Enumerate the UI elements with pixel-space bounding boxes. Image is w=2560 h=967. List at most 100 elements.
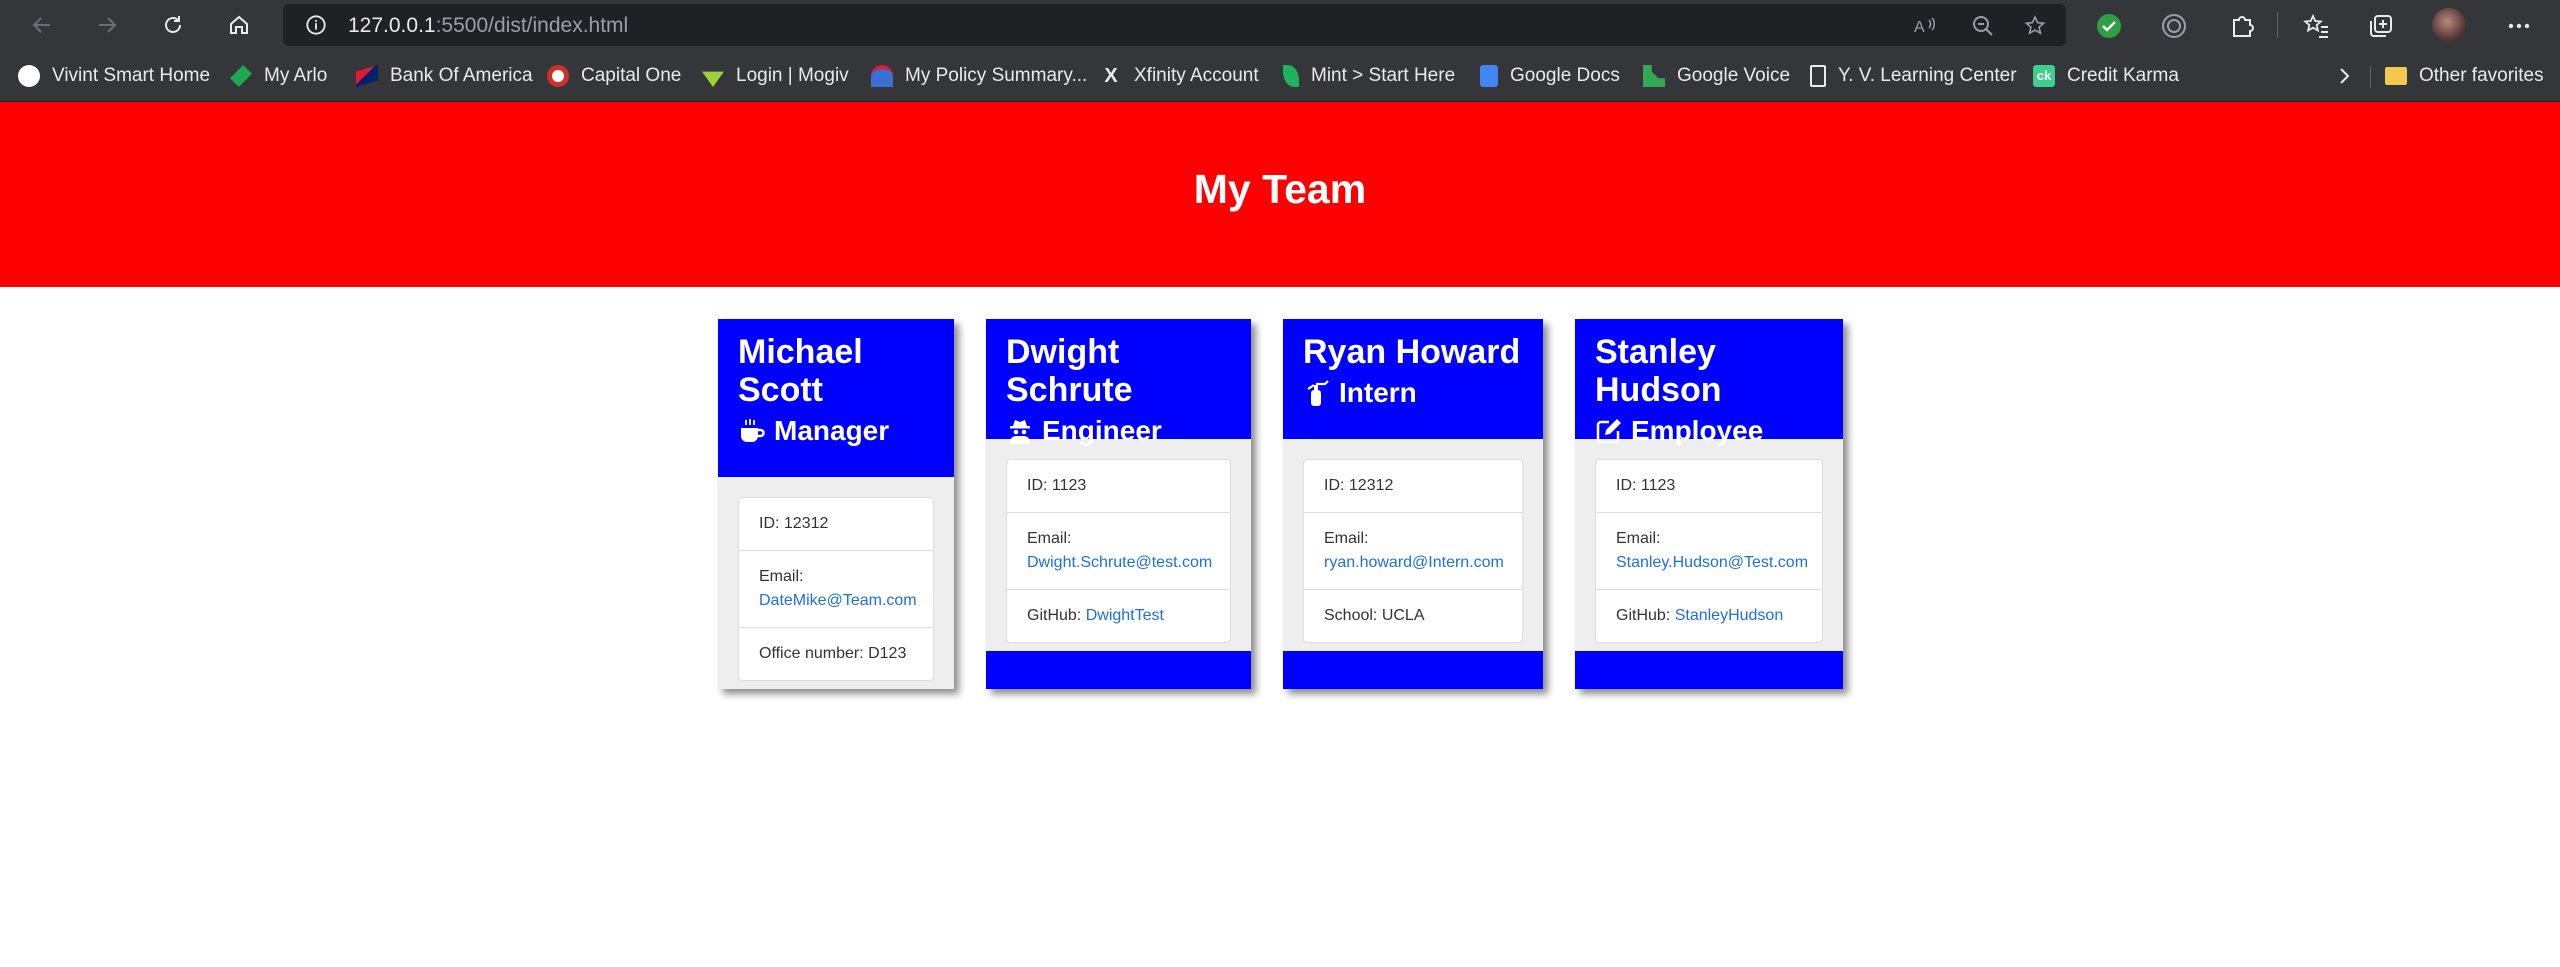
employee-details: ID: 1123 Email: Dwight.Schrute@test.com …	[1006, 459, 1231, 643]
folder-icon	[2385, 67, 2407, 85]
bookmark-vivint[interactable]: Vivint Smart Home	[18, 62, 210, 90]
capital-one-icon	[547, 65, 569, 87]
bookmark-learning-center[interactable]: Y. V. Learning Center	[1810, 62, 2017, 90]
employee-card-employee: Stanley Hudson Employee ID: 1123 Email: …	[1575, 319, 1843, 689]
favorites-icon[interactable]	[2302, 12, 2330, 40]
bookmark-policy-summary[interactable]: My Policy Summary...	[871, 62, 1087, 90]
bookmark-xfinity[interactable]: X Xfinity Account	[1100, 62, 1258, 90]
github-info: GitHub: StanleyHudson	[1596, 589, 1822, 642]
mug-icon	[741, 419, 765, 442]
extensions-puzzle-icon[interactable]	[2228, 12, 2256, 40]
email-link[interactable]: ryan.howard@Intern.com	[1324, 554, 1504, 571]
card-header: Michael Scott Manager	[718, 319, 954, 477]
email-link[interactable]: DateMike@Team.com	[759, 592, 917, 609]
card-body: ID: 12312 Email: ryan.howard@Intern.com …	[1283, 439, 1543, 663]
bookmark-credit-karma[interactable]: ck Credit Karma	[2033, 62, 2179, 90]
user-secret-icon	[1010, 420, 1030, 444]
card-footer	[986, 651, 1251, 689]
bookmark-mint[interactable]: Mint > Start Here	[1283, 62, 1455, 90]
bookmark-google-voice[interactable]: Google Voice	[1643, 62, 1790, 90]
school-info: School: UCLA	[1304, 589, 1522, 642]
card-footer	[1575, 651, 1843, 689]
refresh-icon	[165, 16, 181, 33]
email-link[interactable]: Dwight.Schrute@test.com	[1027, 554, 1212, 571]
chevron-right-icon[interactable]	[2332, 64, 2356, 88]
employee-card-manager: Michael Scott Manager ID: 12312 Email: D…	[718, 319, 954, 689]
bookmark-bank-of-america[interactable]: Bank Of America	[356, 62, 533, 90]
page-icon	[1810, 65, 1826, 87]
mogiv-icon	[702, 71, 724, 87]
credit-karma-icon: ck	[2033, 65, 2055, 87]
card-header: Dwight Schrute Engineer	[986, 319, 1251, 446]
toolbar-separator	[2277, 12, 2278, 38]
employee-email: Email: ryan.howard@Intern.com	[1304, 512, 1522, 589]
card-header: Ryan Howard Intern	[1283, 319, 1543, 439]
bookmark-other-favorites[interactable]: Other favorites	[2385, 62, 2544, 90]
refresh-button[interactable]	[157, 9, 189, 41]
card-header: Stanley Hudson Employee	[1575, 319, 1843, 446]
url-text[interactable]: 127.0.0.1:5500/dist/index.html	[348, 14, 628, 38]
info-icon[interactable]	[305, 14, 327, 36]
employee-name: Ryan Howard	[1303, 333, 1521, 371]
employee-card-intern: Ryan Howard Intern ID: 12312 Email: ryan…	[1283, 319, 1543, 689]
add-favorite-star-icon[interactable]	[2023, 14, 2047, 38]
edit-icon	[1596, 419, 1621, 444]
bookmarks-bar: Vivint Smart Home My Arlo Bank Of Americ…	[0, 50, 2560, 102]
email-link[interactable]: Stanley.Hudson@Test.com	[1616, 554, 1808, 571]
mint-leaf-icon	[1283, 65, 1299, 87]
home-button[interactable]	[223, 9, 255, 41]
employee-name: Michael Scott	[738, 333, 863, 409]
google-docs-icon	[1480, 65, 1498, 87]
profile-avatar[interactable]	[2432, 8, 2466, 42]
bank-of-america-icon	[356, 65, 378, 87]
extension-check-icon[interactable]	[2095, 12, 2123, 40]
back-arrow-icon	[32, 17, 50, 33]
zoom-out-icon[interactable]	[1971, 14, 1995, 38]
employee-card-engineer: Dwight Schrute Engineer ID: 1123 Email: …	[986, 319, 1251, 689]
employee-id: ID: 12312	[759, 515, 829, 532]
card-footer	[1283, 651, 1543, 689]
employee-role: Manager	[738, 415, 934, 447]
xfinity-icon: X	[1104, 65, 1118, 87]
back-button[interactable]	[26, 9, 58, 41]
fire-extinguisher-icon	[1307, 380, 1329, 406]
employee-email: Email: DateMike@Team.com	[739, 550, 933, 627]
vivint-icon	[18, 65, 40, 87]
employee-details: ID: 1123 Email: Stanley.Hudson@Test.com …	[1595, 459, 1823, 643]
employee-name: Stanley Hudson	[1595, 333, 1722, 409]
employee-details: ID: 12312 Email: ryan.howard@Intern.com …	[1303, 459, 1523, 643]
card-body: ID: 1123 Email: Dwight.Schrute@test.com …	[986, 439, 1251, 663]
employee-name: Dwight Schrute	[1006, 333, 1133, 409]
github-link[interactable]: DwightTest	[1086, 607, 1164, 624]
bookmarks-separator	[2370, 66, 2371, 88]
home-icon	[230, 15, 248, 34]
page-title: My Team	[1193, 166, 1367, 212]
extension-fingerprint-icon[interactable]	[2160, 12, 2188, 40]
github-link[interactable]: StanleyHudson	[1675, 607, 1784, 624]
more-options-icon[interactable]	[2505, 12, 2533, 40]
policy-summary-icon	[871, 65, 893, 87]
bookmark-mogiv[interactable]: Login | Mogiv	[702, 62, 849, 90]
address-bar[interactable]: 127.0.0.1:5500/dist/index.html A	[283, 4, 2066, 46]
browser-toolbar: 127.0.0.1:5500/dist/index.html A	[0, 0, 2560, 50]
collections-icon[interactable]	[2367, 12, 2395, 40]
svg-text:A: A	[1914, 19, 1925, 36]
bookmark-arlo[interactable]: My Arlo	[230, 62, 327, 90]
employee-role: Intern	[1303, 377, 1523, 409]
card-body: ID: 12312 Email: DateMike@Team.com Offic…	[718, 477, 954, 701]
card-body: ID: 1123 Email: Stanley.Hudson@Test.com …	[1575, 439, 1843, 663]
employee-id: ID: 1123	[1616, 477, 1676, 494]
employee-id: ID: 12312	[1324, 477, 1394, 494]
read-aloud-icon[interactable]: A	[1913, 14, 1937, 38]
arlo-icon	[230, 65, 252, 87]
employee-details: ID: 12312 Email: DateMike@Team.com Offic…	[738, 497, 934, 681]
google-voice-icon	[1643, 65, 1665, 87]
forward-button[interactable]	[91, 9, 123, 41]
team-banner: My Team	[0, 102, 2560, 287]
bookmark-capital-one[interactable]: Capital One	[547, 62, 681, 90]
github-info: GitHub: DwightTest	[1007, 589, 1230, 642]
forward-arrow-icon	[99, 17, 117, 33]
employee-id: ID: 1123	[1027, 477, 1087, 494]
bookmark-google-docs[interactable]: Google Docs	[1480, 62, 1620, 90]
employee-email: Email: Stanley.Hudson@Test.com	[1596, 512, 1822, 589]
